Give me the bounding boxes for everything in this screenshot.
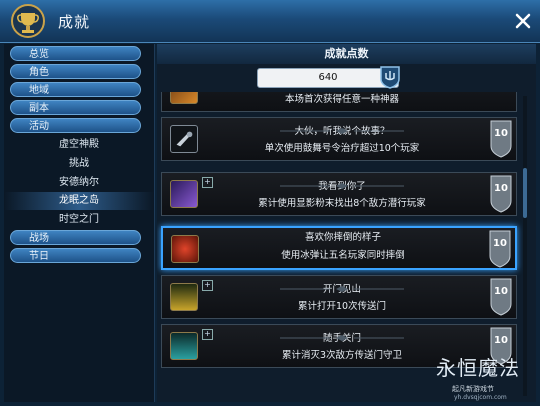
points-text: 10 (494, 286, 508, 297)
achievement-panel: 成就点数 640 本场首次获得任意一种神器 大伙，听我说个故事？ 单次使用鼓舞号… (157, 44, 536, 402)
category-festival[interactable]: 节日 (10, 248, 141, 263)
watermark-url: yh.dvsqjcom.com (454, 394, 507, 401)
points-shield-icon: 10 (490, 278, 512, 316)
achievement-card[interactable]: + 开门见山 累计打开10次传送门 10 (161, 275, 517, 319)
achievement-window: 成就 总览 角色 地域 副本 活动 虚空神殿 挑战 安德纳尔 龙眠之岛 时空之门… (0, 0, 540, 406)
category-character[interactable]: 角色 (10, 64, 141, 79)
horn-icon (170, 125, 198, 153)
achievement-desc: 单次使用鼓舞号令治疗超过10个玩家 (264, 143, 420, 154)
achievement-desc: 累计消灭3次敌方传送门守卫 (281, 350, 403, 361)
achievement-desc: 累计使用显影粉末找出8个敌方潜行玩家 (258, 198, 426, 209)
scrollbar-thumb[interactable] (523, 168, 527, 218)
close-icon[interactable] (514, 12, 532, 30)
achievement-card[interactable]: 本场首次获得任意一种神器 (161, 92, 517, 112)
category-sidebar: 总览 角色 地域 副本 活动 虚空神殿 挑战 安德纳尔 龙眠之岛 时空之门 战场… (4, 44, 155, 402)
gate-icon (170, 332, 198, 360)
category-region[interactable]: 地域 (10, 82, 141, 97)
sidebar-item-time-gate[interactable]: 时空之门 (4, 211, 154, 229)
points-text: 10 (494, 335, 508, 346)
divider-ornament (280, 286, 404, 292)
window-title: 成就 (58, 13, 91, 31)
achievement-title: 喜欢你摔倒的样子 (304, 232, 381, 243)
sidebar-item-dragon-island[interactable]: 龙眠之岛 (4, 192, 154, 210)
points-text: 10 (494, 128, 508, 139)
sidebar-item-challenge[interactable]: 挑战 (4, 155, 154, 173)
achievement-desc: 使用冰弹让五名玩家同时摔倒 (281, 250, 405, 261)
achievement-card-selected[interactable]: 喜欢你摔倒的样子 使用冰弹让五名玩家同时摔倒 10 (161, 226, 517, 270)
points-value: 640 (257, 68, 399, 88)
watermark-subtitle: 起凡新游戏节 (452, 385, 494, 393)
divider-ornament (280, 335, 404, 341)
category-overview[interactable]: 总览 (10, 46, 141, 61)
artifact-icon (170, 92, 198, 104)
achievement-card[interactable]: 大伙，听我说个故事？ 单次使用鼓舞号令治疗超过10个玩家 10 (161, 117, 517, 161)
points-shield-icon: 10 (490, 120, 512, 158)
achievement-desc: 累计打开10次传送门 (297, 301, 387, 312)
ice-bomb-icon (171, 235, 199, 263)
category-dungeon[interactable]: 副本 (10, 100, 141, 115)
sidebar-item-void-temple[interactable]: 虚空神殿 (4, 136, 154, 154)
powder-icon (170, 180, 198, 208)
shield-badge-icon (380, 66, 400, 89)
category-activity[interactable]: 活动 (10, 118, 141, 133)
points-header: 成就点数 (157, 44, 536, 64)
sidebar-item-andenar[interactable]: 安德纳尔 (4, 174, 154, 192)
points-text: 10 (493, 238, 507, 249)
achievement-desc: 本场首次获得任意一种神器 (284, 94, 399, 105)
portal-icon (170, 283, 198, 311)
watermark-logo: 永恒魔法 (436, 356, 520, 380)
points-text: 10 (494, 183, 508, 194)
scrollbar-track[interactable] (523, 96, 527, 396)
divider-ornament (280, 183, 404, 189)
title-bar: 成就 (0, 0, 540, 43)
points-shield-icon: 10 (490, 175, 512, 213)
points-shield-icon: 10 (489, 230, 511, 268)
achievement-card[interactable]: + 我看到你了 累计使用显影粉末找出8个敌方潜行玩家 10 (161, 172, 517, 216)
divider-ornament (280, 128, 404, 134)
trophy-icon (11, 4, 45, 38)
category-battlefield[interactable]: 战场 (10, 230, 141, 245)
